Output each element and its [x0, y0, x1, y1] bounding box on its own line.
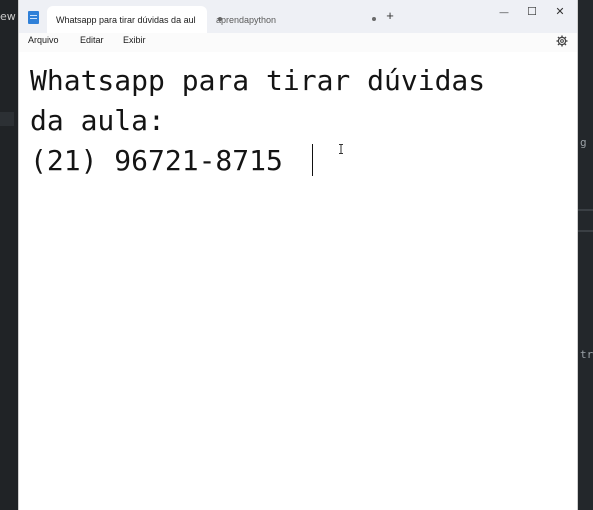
document-line-3: (21) 96721-8715 [30, 144, 283, 177]
notepad-window: Whatsapp para tirar dúvidas da aul apren… [18, 0, 578, 510]
menu-arquivo[interactable]: Arquivo [28, 35, 59, 45]
ibeam-cursor-icon [339, 144, 343, 154]
background-right-divider-2 [578, 230, 593, 232]
tab-label: Whatsapp para tirar dúvidas da aul [56, 14, 196, 25]
document-line-2: da aula: [30, 104, 165, 137]
new-tab-button[interactable]: + [383, 9, 397, 23]
close-button[interactable]: ✕ [545, 3, 575, 21]
document-line-1: Whatsapp para tirar dúvidas [30, 64, 486, 97]
background-left-text: ew [0, 10, 16, 23]
menu-bar: Arquivo Editar Exibir [19, 33, 577, 52]
tab-whatsapp-document[interactable]: Whatsapp para tirar dúvidas da aul [47, 6, 222, 33]
background-right-text-2: tr [580, 348, 593, 361]
background-left-highlight [0, 112, 14, 126]
tab-label: aprendapython [216, 14, 277, 25]
menu-exibir[interactable]: Exibir [123, 35, 146, 45]
background-left-panel: ew [0, 0, 18, 510]
menu-editar[interactable]: Editar [80, 35, 104, 45]
minimize-button[interactable]: — [489, 3, 519, 21]
tab-aprendapython[interactable]: aprendapython [210, 6, 376, 33]
text-caret [312, 144, 313, 176]
gear-icon[interactable] [556, 35, 568, 47]
maximize-button[interactable]: ☐ [517, 3, 547, 21]
background-right-divider-1 [578, 209, 593, 211]
background-right-panel [578, 0, 593, 510]
text-editor-area[interactable]: Whatsapp para tirar dúvidas da aula: (21… [19, 52, 577, 510]
background-right-text-1: g [580, 136, 587, 149]
title-bar[interactable]: Whatsapp para tirar dúvidas da aul apren… [19, 0, 577, 33]
unsaved-dot-icon[interactable] [372, 17, 376, 21]
notepad-app-icon [28, 11, 39, 24]
